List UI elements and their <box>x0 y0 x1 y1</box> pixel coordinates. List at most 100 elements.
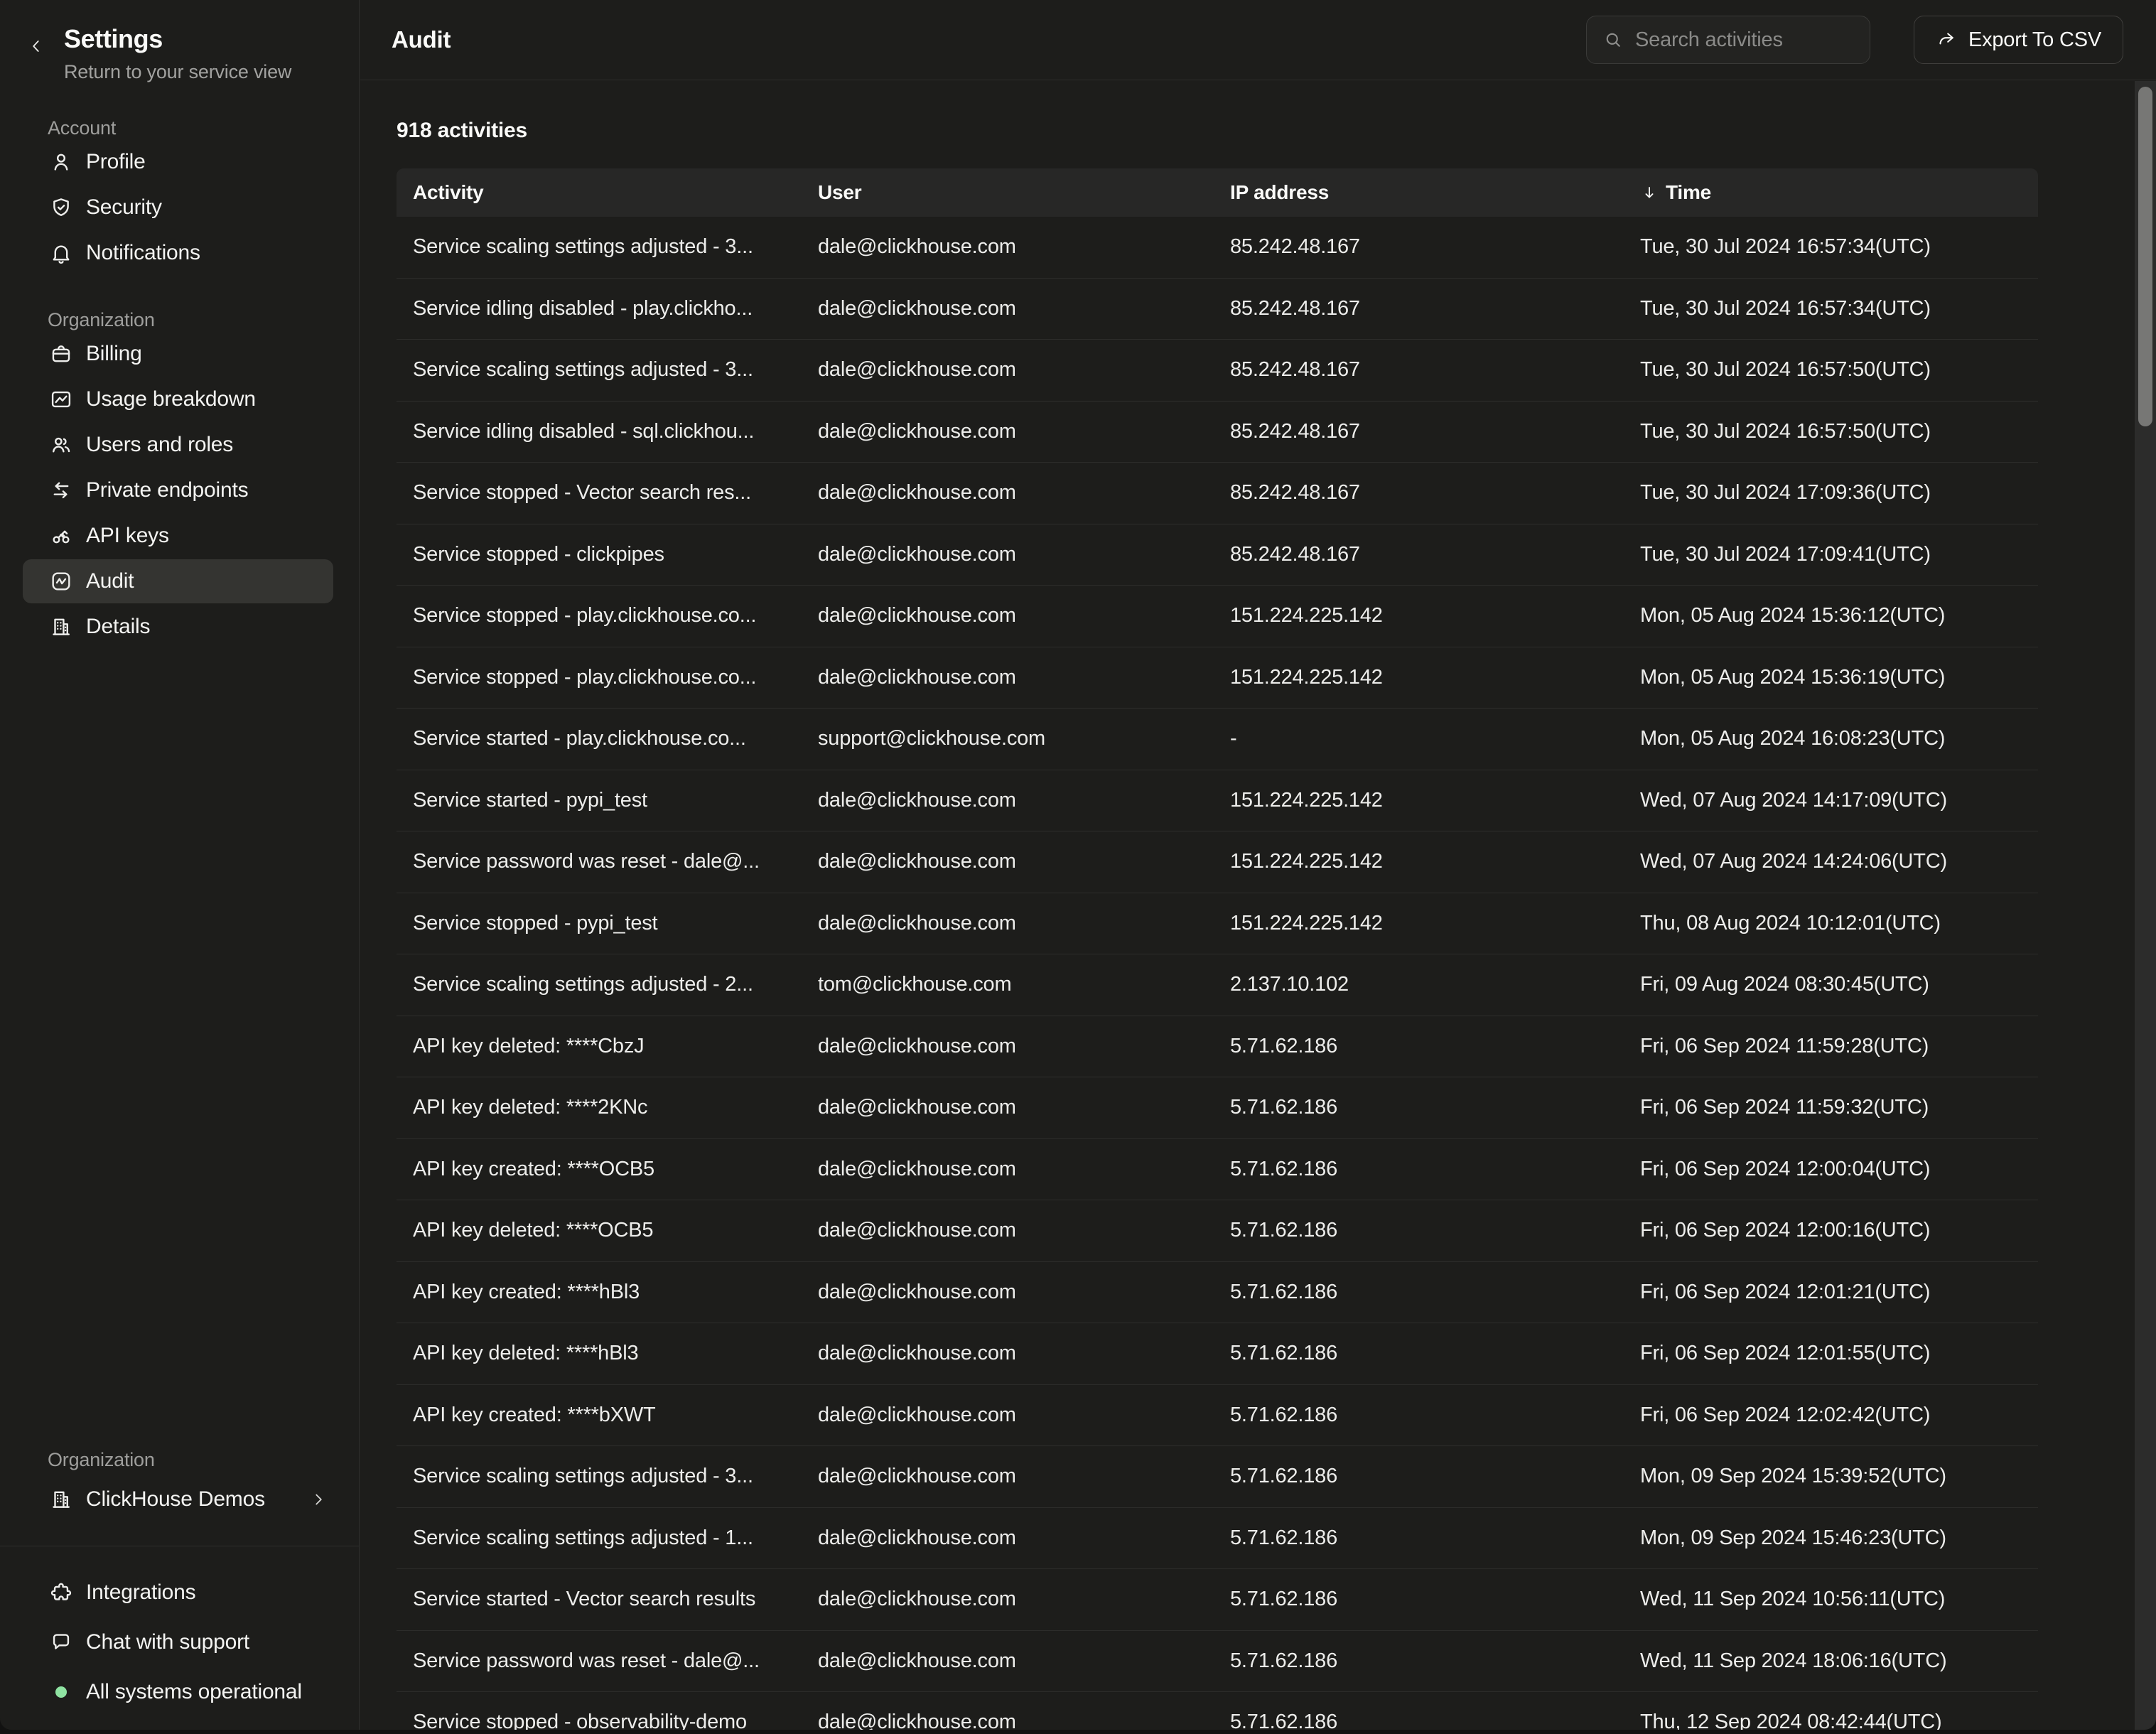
sidebar-item-label: Notifications <box>86 241 200 265</box>
cell-activity: API key deleted: ****hBl3 <box>413 1342 818 1365</box>
cell-ip: 5.71.62.186 <box>1230 1588 1640 1611</box>
cell-activity: Service password was reset - dale@... <box>413 1649 818 1673</box>
cell-user: dale@clickhouse.com <box>818 543 1230 566</box>
sidebar-nav: AccountProfileSecurityNotificationsOrgan… <box>0 116 359 649</box>
cell-user: dale@clickhouse.com <box>818 1465 1230 1488</box>
cell-user: dale@clickhouse.com <box>818 1281 1230 1304</box>
column-header-ip[interactable]: IP address <box>1230 181 1640 204</box>
export-csv-button[interactable]: Export To CSV <box>1914 16 2123 64</box>
cell-ip: 85.242.48.167 <box>1230 358 1640 382</box>
sidebar-item-label: API keys <box>86 524 169 548</box>
cell-activity: Service started - Vector search results <box>413 1588 818 1611</box>
search-icon <box>1602 29 1624 50</box>
cell-ip: 85.242.48.167 <box>1230 297 1640 321</box>
table-row: API key deleted: ****hBl3dale@clickhouse… <box>397 1323 2038 1385</box>
cell-ip: 85.242.48.167 <box>1230 420 1640 443</box>
cell-ip: 151.224.225.142 <box>1230 604 1640 628</box>
status-dot-icon <box>49 1680 73 1704</box>
table-row: Service scaling settings adjusted - 3...… <box>397 340 2038 402</box>
cell-user: dale@clickhouse.com <box>818 235 1230 259</box>
search-input[interactable] <box>1635 28 1903 52</box>
audit-icon <box>49 569 73 593</box>
table-row: API key deleted: ****CbzJdale@clickhouse… <box>397 1016 2038 1078</box>
sidebar-item-api-keys[interactable]: API keys <box>23 514 333 558</box>
cell-activity: Service stopped - Vector search res... <box>413 481 818 505</box>
org-section-label: Organization <box>48 1448 359 1472</box>
section-label: Account <box>48 116 359 140</box>
sidebar-item-audit[interactable]: Audit <box>23 559 333 603</box>
table-row: API key created: ****bXWTdale@clickhouse… <box>397 1385 2038 1447</box>
sidebar-item-label: Integrations <box>86 1580 195 1605</box>
sidebar-item-clickhouse-demos[interactable]: ClickHouse Demos <box>23 1477 333 1522</box>
cell-time: Fri, 06 Sep 2024 11:59:28(UTC) <box>1640 1035 2038 1058</box>
cell-time: Fri, 06 Sep 2024 12:00:16(UTC) <box>1640 1219 2038 1242</box>
table-row: API key deleted: ****2KNcdale@clickhouse… <box>397 1077 2038 1139</box>
sidebar-item-details[interactable]: Details <box>23 605 333 649</box>
search-input-wrapper[interactable] <box>1586 16 1870 64</box>
cell-time: Wed, 11 Sep 2024 18:06:16(UTC) <box>1640 1649 2038 1673</box>
back-button[interactable] <box>27 36 48 57</box>
column-header-user[interactable]: User <box>818 181 1230 204</box>
cell-activity: Service password was reset - dale@... <box>413 850 818 873</box>
table-row: Service scaling settings adjusted - 3...… <box>397 1446 2038 1508</box>
system-status[interactable]: All systems operational <box>23 1670 333 1714</box>
scrollbar-thumb[interactable] <box>2138 87 2152 426</box>
column-header-time[interactable]: Time <box>1640 181 2038 204</box>
sidebar-item-chat-with-support[interactable]: Chat with support <box>23 1620 333 1664</box>
cell-activity: API key created: ****hBl3 <box>413 1281 818 1304</box>
page-title: Audit <box>392 26 451 53</box>
cell-time: Tue, 30 Jul 2024 17:09:41(UTC) <box>1640 543 2038 566</box>
cell-user: dale@clickhouse.com <box>818 1219 1230 1242</box>
table-row: Service stopped - observability-demodale… <box>397 1692 2038 1730</box>
wallet-icon <box>49 342 73 366</box>
cell-activity: Service stopped - play.clickhouse.co... <box>413 604 818 628</box>
table-row: Service started - Vector search resultsd… <box>397 1569 2038 1631</box>
cell-ip: 5.71.62.186 <box>1230 1281 1640 1304</box>
cell-ip: 2.137.10.102 <box>1230 973 1640 996</box>
cell-activity: API key deleted: ****OCB5 <box>413 1219 818 1242</box>
organization-name: ClickHouse Demos <box>86 1487 265 1512</box>
cell-ip: 5.71.62.186 <box>1230 1219 1640 1242</box>
cell-ip: 85.242.48.167 <box>1230 235 1640 259</box>
cell-time: Tue, 30 Jul 2024 17:09:36(UTC) <box>1640 481 2038 505</box>
chevron-right-icon <box>309 1490 328 1509</box>
cell-time: Tue, 30 Jul 2024 16:57:50(UTC) <box>1640 358 2038 382</box>
sidebar-item-billing[interactable]: Billing <box>23 332 333 376</box>
cell-user: dale@clickhouse.com <box>818 1588 1230 1611</box>
sort-down-icon <box>1640 183 1659 202</box>
sidebar-item-profile[interactable]: Profile <box>23 140 333 184</box>
sidebar-item-usage-breakdown[interactable]: Usage breakdown <box>23 377 333 421</box>
table-row: API key created: ****hBl3dale@clickhouse… <box>397 1262 2038 1324</box>
cell-ip: 85.242.48.167 <box>1230 481 1640 505</box>
cell-ip: 5.71.62.186 <box>1230 1404 1640 1427</box>
cell-user: dale@clickhouse.com <box>818 1711 1230 1730</box>
sidebar-item-label: Details <box>86 615 150 639</box>
sidebar-item-users-and-roles[interactable]: Users and roles <box>23 423 333 467</box>
sidebar-item-security[interactable]: Security <box>23 185 333 230</box>
cell-user: dale@clickhouse.com <box>818 1404 1230 1427</box>
cell-ip: 151.224.225.142 <box>1230 666 1640 689</box>
cell-user: dale@clickhouse.com <box>818 358 1230 382</box>
table-row: Service started - pypi_testdale@clickhou… <box>397 770 2038 832</box>
building-icon <box>49 1487 73 1512</box>
sidebar-item-notifications[interactable]: Notifications <box>23 231 333 275</box>
cell-time: Mon, 05 Aug 2024 16:08:23(UTC) <box>1640 727 2038 750</box>
table-row: Service password was reset - dale@...dal… <box>397 1631 2038 1693</box>
cell-activity: Service started - play.clickhouse.co... <box>413 727 818 750</box>
cell-user: dale@clickhouse.com <box>818 1096 1230 1119</box>
column-header-activity[interactable]: Activity <box>413 181 818 204</box>
cell-user: dale@clickhouse.com <box>818 1035 1230 1058</box>
vertical-scrollbar[interactable] <box>2135 81 2156 1730</box>
sidebar-item-private-endpoints[interactable]: Private endpoints <box>23 468 333 512</box>
table-row: Service idling disabled - sql.clickhou..… <box>397 402 2038 463</box>
cell-activity: API key deleted: ****CbzJ <box>413 1035 818 1058</box>
table-row: Service started - play.clickhouse.co...s… <box>397 709 2038 770</box>
sidebar: Settings Return to your service view Acc… <box>0 0 360 1730</box>
sidebar-item-label: Private endpoints <box>86 478 248 502</box>
cell-time: Fri, 06 Sep 2024 12:01:21(UTC) <box>1640 1281 2038 1304</box>
sidebar-item-integrations[interactable]: Integrations <box>23 1571 333 1615</box>
cell-ip: 151.224.225.142 <box>1230 912 1640 935</box>
cell-user: dale@clickhouse.com <box>818 1342 1230 1365</box>
page-header: Audit Export To CSV <box>360 0 2156 80</box>
cell-user: dale@clickhouse.com <box>818 1649 1230 1673</box>
